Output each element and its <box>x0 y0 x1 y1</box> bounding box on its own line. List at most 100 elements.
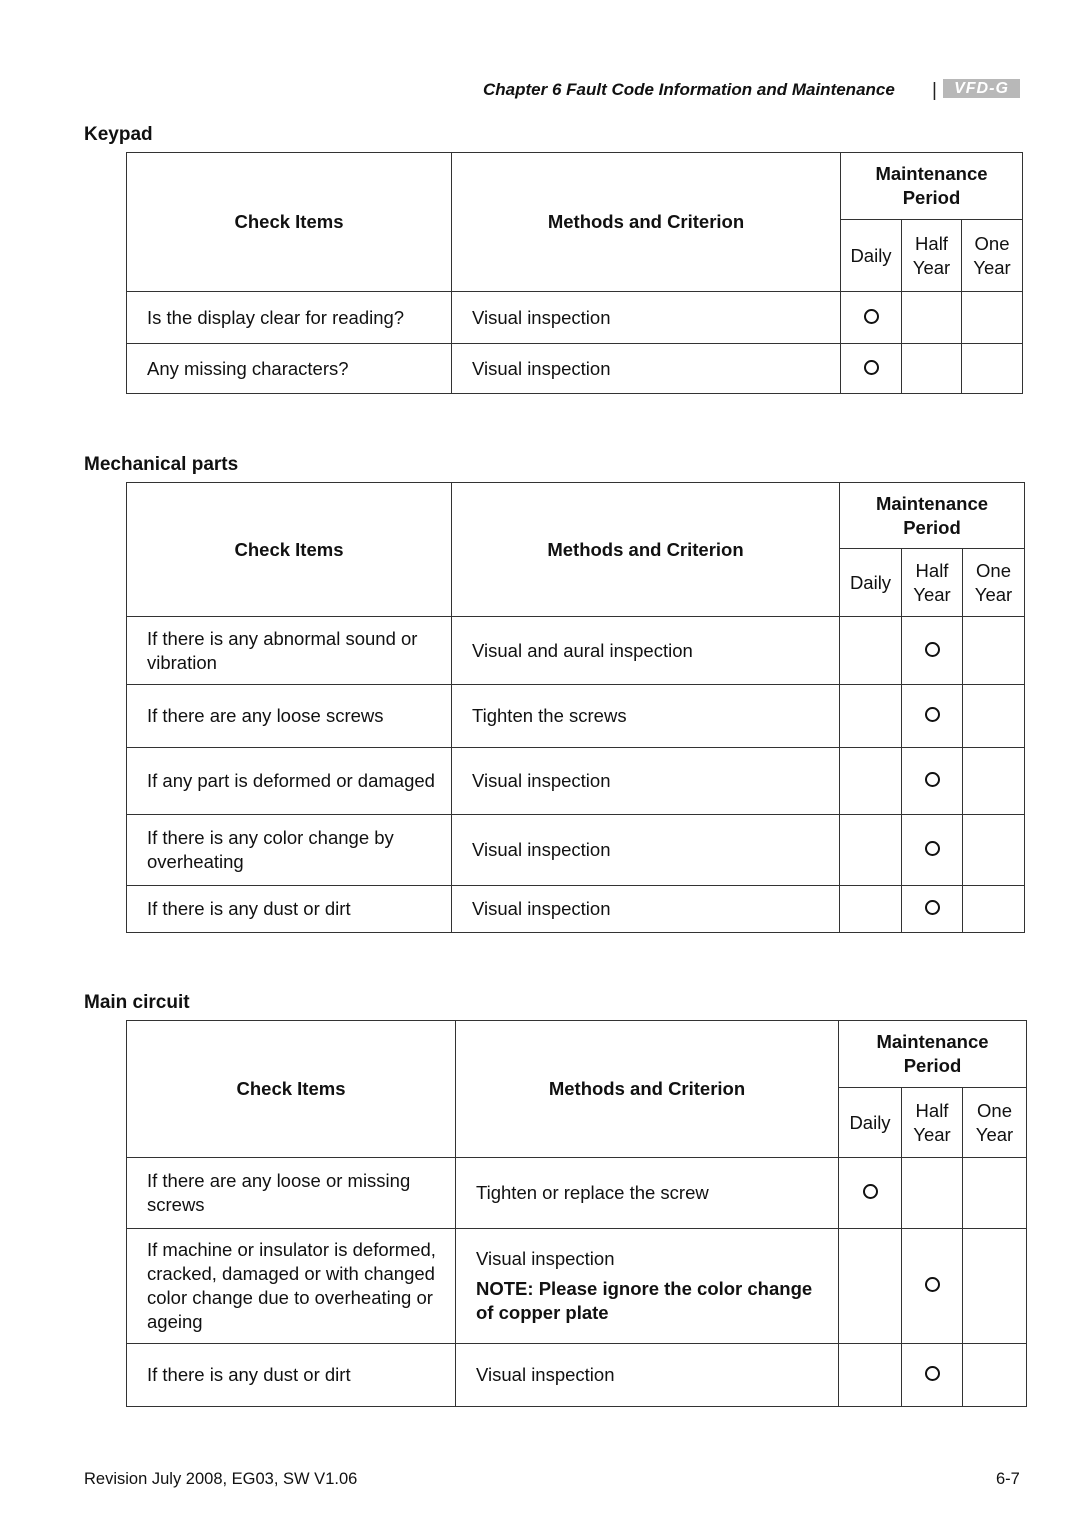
period-cell-one-year <box>962 814 1025 886</box>
keypad-table: Check Items Methods and Criterion Mainte… <box>126 152 1023 394</box>
period-cell-half-year <box>901 343 962 394</box>
header-methods: Methods and Criterion <box>451 482 840 617</box>
page-number: 6-7 <box>996 1470 1020 1488</box>
header-half-year: Half Year <box>901 1087 963 1158</box>
header-one-year: One Year <box>962 1087 1027 1158</box>
period-cell-half-year <box>901 747 963 815</box>
period-line1: Maintenance <box>875 492 989 514</box>
check-item: Is the display clear for reading? <box>126 291 452 344</box>
method-criterion: Visual inspection NOTE: Please ignore the… <box>455 1228 839 1344</box>
mechanical-parts-table: Check Items Methods and Criterion Mainte… <box>126 482 1025 933</box>
table-row: If any part is deformed or damaged Visual… <box>126 747 1025 815</box>
method-criterion: Visual inspection <box>451 343 841 394</box>
main-circuit-table: Check Items Methods and Criterion Mainte… <box>126 1020 1027 1407</box>
period-cell-half-year <box>901 291 962 344</box>
header-one-year: One Year <box>962 548 1025 617</box>
period-cell-one-year <box>962 1343 1027 1407</box>
check-item: If there are any loose screws <box>126 684 452 748</box>
period-cell-daily <box>839 814 902 886</box>
half-line1: Half <box>915 232 948 254</box>
one-line2: Year <box>973 256 1011 278</box>
section-title-keypad: Keypad <box>84 124 153 145</box>
table-row: If there is any color change by overheat… <box>126 814 1025 886</box>
circle-mark-icon <box>924 1366 940 1381</box>
half-line2: Year <box>912 256 951 278</box>
period-cell-daily <box>840 291 902 344</box>
period-line1: Maintenance <box>875 163 988 184</box>
method-criterion: Visual inspection <box>455 1343 839 1407</box>
method-criterion: Visual inspection <box>451 747 840 815</box>
header-one-year: One Year <box>961 219 1023 292</box>
table-row: If there is any abnormal sound or vibrat… <box>126 616 1025 685</box>
section-title-main-circuit: Main circuit <box>84 992 190 1013</box>
check-item: If any part is deformed or damaged <box>126 747 452 815</box>
header-check-items: Check Items <box>126 1020 456 1158</box>
header-separator: | <box>932 80 937 101</box>
table-row: If there is any dust or dirt Visual inspe… <box>126 1343 1027 1407</box>
method-text: Visual inspection <box>472 898 611 919</box>
period-cell-half-year <box>901 814 963 886</box>
header-half-year: Half Year <box>901 548 963 617</box>
period-cell-one-year <box>962 1228 1027 1344</box>
check-item: If machine or insulator is deformed, cra… <box>126 1228 456 1344</box>
method-criterion: Visual inspection <box>451 291 841 344</box>
method-text: Tighten the screws <box>472 705 627 726</box>
method-text: Visual inspection <box>472 357 611 379</box>
method-criterion: Tighten or replace the screw <box>455 1157 839 1229</box>
period-cell-half-year <box>901 1228 963 1344</box>
period-cell-daily <box>840 343 902 394</box>
period-cell-daily <box>839 747 902 815</box>
period-cell-daily <box>838 1343 902 1407</box>
circle-mark-icon <box>924 1277 940 1292</box>
method-text: Visual inspection <box>472 839 611 860</box>
method-text: Visual inspection <box>472 770 611 791</box>
period-cell-half-year <box>901 1157 963 1229</box>
header-daily: Daily <box>840 219 902 292</box>
check-item: If there is any dust or dirt <box>126 885 452 933</box>
period-cell-half-year <box>901 616 963 685</box>
period-cell-daily <box>839 684 902 748</box>
method-criterion: Visual and aural inspection <box>451 616 840 685</box>
table-row: If machine or insulator is deformed, cra… <box>126 1228 1027 1344</box>
header-methods: Methods and Criterion <box>451 152 841 292</box>
method-text: Visual inspection <box>476 1248 615 1269</box>
footer-revision: Revision July 2008, EG03, SW V1.06 <box>84 1470 358 1488</box>
table-row: Any missing characters? Visual inspection <box>126 343 1023 394</box>
one-line1: One <box>977 1099 1012 1121</box>
period-cell-one-year <box>962 747 1025 815</box>
method-text: Visual and aural inspection <box>472 639 693 661</box>
method-note: NOTE: Please ignore the color change of … <box>476 1278 813 1323</box>
method-criterion: Tighten the screws <box>451 684 840 748</box>
check-item: If there is any abnormal sound or vibrat… <box>126 616 452 685</box>
period-line2: Period <box>903 516 961 538</box>
header-maintenance-period: Maintenance Period <box>840 152 1023 220</box>
period-cell-one-year <box>962 885 1025 933</box>
check-item: If there are any loose or missing screws <box>126 1157 456 1229</box>
period-line2: Period <box>902 187 961 208</box>
table-row: If there is any dust or dirt Visual inspe… <box>126 885 1025 933</box>
table-row: If there are any loose or missing screws… <box>126 1157 1027 1229</box>
header-maintenance-period: Maintenance Period <box>839 482 1025 549</box>
period-cell-daily <box>838 1157 902 1229</box>
period-cell-one-year <box>961 343 1023 394</box>
circle-mark-icon <box>924 900 940 915</box>
chapter-header: Chapter 6 Fault Code Information and Mai… <box>483 80 895 99</box>
period-cell-daily <box>839 616 902 685</box>
half-line1: Half <box>915 559 949 581</box>
header-half-year: Half Year <box>901 219 962 292</box>
period-cell-one-year <box>961 291 1023 344</box>
period-cell-daily <box>838 1228 902 1344</box>
one-line2: Year <box>975 1123 1014 1145</box>
circle-mark-icon <box>863 359 879 375</box>
circle-mark-icon <box>924 841 940 856</box>
period-cell-half-year <box>901 684 963 748</box>
header-maintenance-period: Maintenance Period <box>838 1020 1027 1088</box>
method-text: Visual inspection <box>472 306 611 328</box>
header-check-items: Check Items <box>126 482 452 617</box>
method-criterion: Visual inspection <box>451 885 840 933</box>
period-cell-one-year <box>962 1157 1027 1229</box>
method-criterion: Visual inspection <box>451 814 840 886</box>
one-line2: Year <box>974 583 1013 605</box>
circle-mark-icon <box>924 641 940 657</box>
circle-mark-icon <box>862 1184 878 1199</box>
